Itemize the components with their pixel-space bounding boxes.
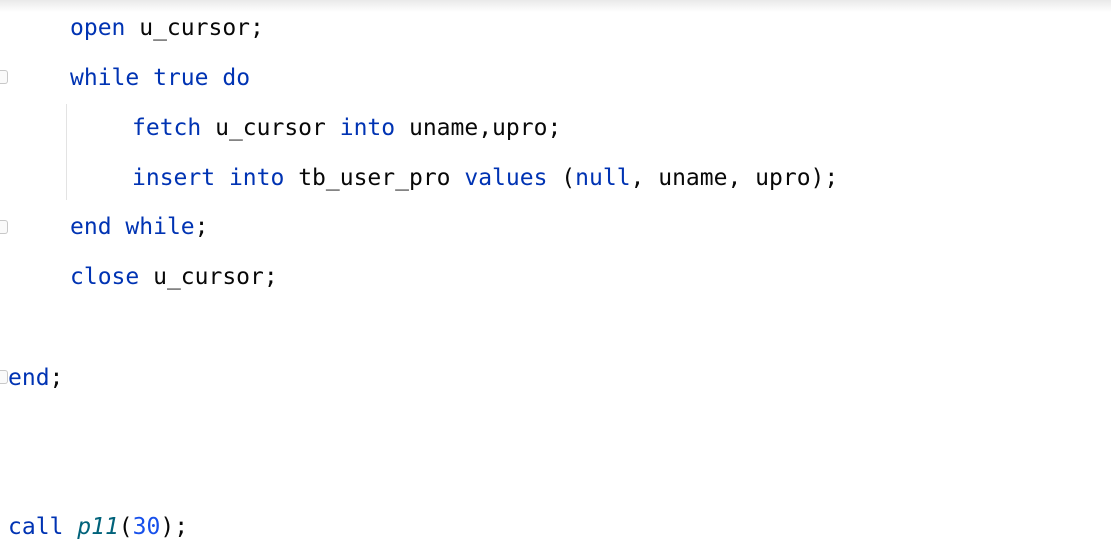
code-token: end [70,214,112,240]
code-token: true [153,65,209,91]
code-token: do [222,65,251,91]
fold-end-icon[interactable] [0,370,8,384]
code-token: end [8,365,50,391]
code-token: u_cursor; [139,264,278,290]
code-token: tb_user_pro [284,165,465,191]
code-token: u_cursor; [125,15,264,41]
code-token: close [70,264,140,290]
code-line[interactable]: open u_cursor; [70,11,264,45]
fold-end-icon[interactable] [0,220,8,234]
code-token: call [8,514,64,540]
code-token: null [575,165,631,191]
code-line[interactable]: call p11(30); [8,510,188,544]
code-line[interactable]: end; [8,361,63,395]
code-token: ; [194,214,209,240]
code-token: open [70,15,126,41]
code-token: into [228,165,285,191]
code-line[interactable]: fetch u_cursor into uname,upro; [132,111,561,145]
code-token: p11 [77,514,119,540]
code-line[interactable]: while true do [70,61,250,95]
fold-collapse-icon[interactable] [0,70,8,84]
code-token: u_cursor [201,115,340,141]
code-line[interactable]: end while; [70,210,209,244]
code-line[interactable]: close u_cursor; [70,260,278,294]
code-token: , uname, upro); [630,165,839,191]
code-line[interactable]: insert into tb_user_pro values (null, un… [132,161,838,195]
code-token: ( [547,165,576,191]
code-token: ); [160,514,189,540]
code-editor[interactable]: open u_cursor; while true do fetch u_cur… [0,0,1111,556]
code-token: 30 [132,514,161,540]
indent-guide [66,104,67,200]
code-token: values [464,165,548,191]
code-token: into [339,115,396,141]
code-token: insert [132,165,216,191]
code-token: uname,upro; [395,115,562,141]
code-token: ( [118,514,133,540]
code-token: ; [49,365,64,391]
code-token: fetch [132,115,202,141]
code-token: while [125,214,195,240]
code-token: while [70,65,140,91]
